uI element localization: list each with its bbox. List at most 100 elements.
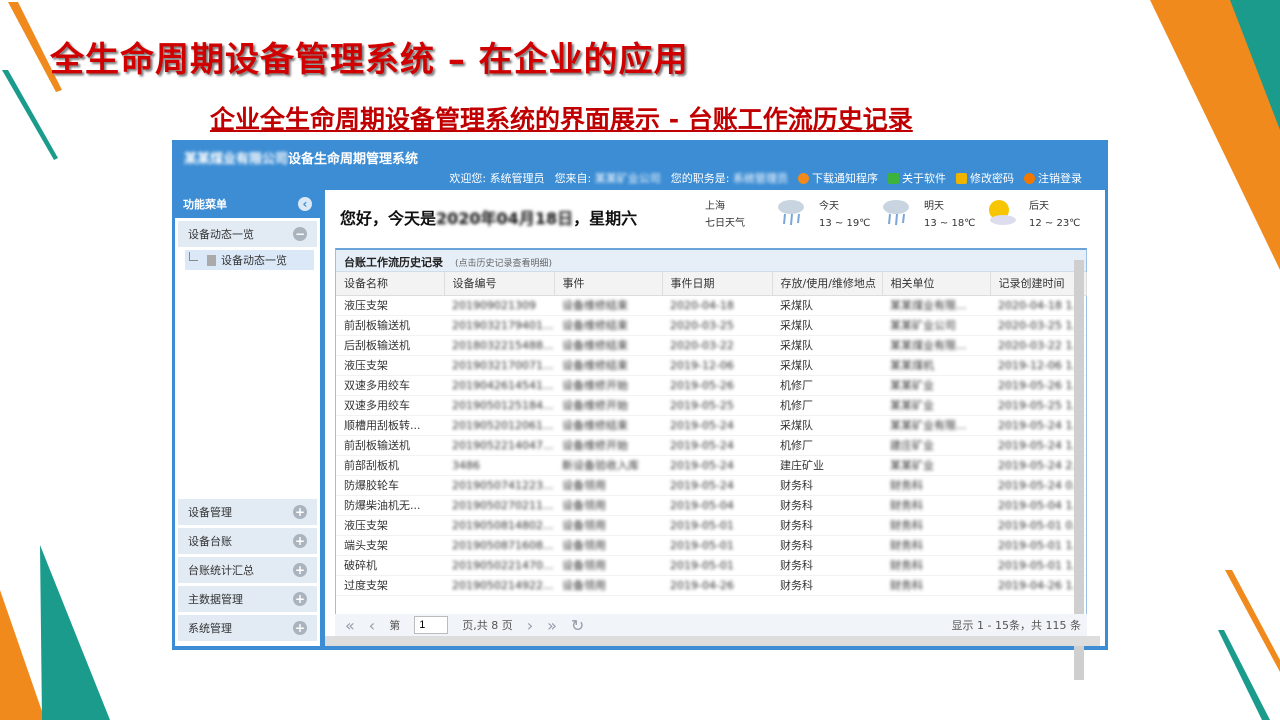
table-cell: 液压支架 [336,515,444,536]
table-cell: 财务科 [882,535,990,556]
day-temp: 12 ~ 23℃ [1029,218,1081,229]
sidebar-group[interactable]: 系统管理 + [178,615,317,641]
table-row[interactable]: 前刮板输送机 2019052214047... 设备维修开始 2019-05-24 机修… [336,435,1086,456]
link-label: 下载通知程序 [812,172,878,185]
main-content: 您好，今天是2020年04月18日，星期六 上海 七日天气 今天 13 ~ 19℃ … [325,190,1105,680]
from-label: 您来自: [554,172,592,185]
weather-day: 明天 13 ~ 18℃ [924,198,975,232]
table-cell: 2019-05-01 16... [990,555,1086,576]
table-cell: 某某矿业 [882,375,990,396]
table-row[interactable]: 双速多用绞车 2019050125184... 设备维修开始 2019-05-25 机修… [336,395,1086,416]
column-header[interactable]: 事件 [554,272,663,296]
table-cell: 双速多用绞车 [336,395,444,416]
weather-day: 今天 13 ~ 19℃ [819,198,870,232]
first-page-icon[interactable]: « [345,616,355,635]
day-name: 后天 [1029,201,1049,212]
table-row[interactable]: 破碎机 2019050221470... 设备领用 2019-05-01 财务科 财务科 2… [336,555,1086,576]
table-cell: 采煤队 [772,415,882,436]
table-cell: 2019032179401... [444,315,554,336]
table-cell: 2019-05-24 [662,455,772,476]
table-row[interactable]: 防爆柴油机无... 2019050270211... 设备领用 2019-05-04 财… [336,495,1086,516]
group-label: 主数据管理 [188,593,243,606]
sun-cloud-icon [985,198,1017,226]
greeting-prefix: 您好，今天是 [340,209,437,228]
group-label: 设备动态一览 [188,228,254,241]
logout-link[interactable]: 注销登录 [1024,170,1082,186]
table-cell: 2019-05-24 [662,415,772,436]
greeting-weekday: ，星期六 [573,209,638,228]
column-header[interactable]: 相关单位 [882,272,991,296]
table-row[interactable]: 过度支架 2019050214922... 设备领用 2019-04-26 财务科 财务科… [336,575,1086,596]
sidebar-group-dynamics[interactable]: 设备动态一览 − [178,221,317,247]
key-icon [956,172,967,184]
table-row[interactable]: 液压支架 2019050814802... 设备领用 2019-05-01 财务科 财务科… [336,515,1086,536]
about-link[interactable]: 关于软件 [888,170,946,186]
table-row[interactable]: 前刮板输送机 2019032179401... 设备维修结束 2020-03-25 采煤… [336,315,1086,336]
plus-icon: + [293,592,307,606]
table-row[interactable]: 前部刮板机 3486 新设备验收入库 2019-05-24 建庄矿业 某某矿业 2019-0… [336,455,1086,476]
header-info: 欢迎您: 系统管理员 您来自: 某某矿业公司 您的职务是: 系统管理员 下载通知… [449,170,1082,186]
table-row[interactable]: 液压支架 201909021309 设备维修结束 2020-04-18 采煤队 某某煤业有… [336,295,1086,316]
panel-header: 台账工作流历史记录 (点击历史记录查看明细) [336,250,1086,272]
table-cell: 建庄矿业 [772,455,882,476]
table-row[interactable]: 端头支架 2019050871608... 设备领用 2019-05-01 财务科 财务科… [336,535,1086,556]
table-row[interactable]: 防爆胶轮车 2019050741223... 设备领用 2019-05-24 财务科 财务… [336,475,1086,496]
info-icon [888,172,899,184]
sidebar-group[interactable]: 设备管理 + [178,499,317,525]
table-cell: 机修厂 [772,395,882,416]
page-total: 页,共 8 页 [462,619,513,632]
change-password-link[interactable]: 修改密码 [956,170,1014,186]
pager: « ‹ 第 页,共 8 页 › » ↻ 显示 1 - 15条，共 115 条 [335,614,1087,636]
table-cell: 财务科 [882,515,990,536]
table-cell: 设备领用 [554,575,662,596]
column-header[interactable]: 存放/使用/维修地点 [772,272,883,296]
refresh-icon[interactable]: ↻ [571,616,584,635]
table-cell: 某某矿业 [882,455,990,476]
column-header[interactable]: 设备编号 [444,272,555,296]
table-cell: 液压支架 [336,295,444,316]
horizontal-scrollbar[interactable] [325,636,1100,646]
column-header[interactable]: 设备名称 [336,272,445,296]
slide-title: 全生命周期设备管理系统 – 在企业的应用 [50,40,689,80]
role-label: 您的职务是: [670,172,730,185]
page-input[interactable] [414,616,449,634]
next-page-icon[interactable]: › [527,616,533,635]
user-role: 系统管理员 [733,172,788,185]
table-cell: 某某煤机 [882,355,990,376]
table-cell: 新设备验收入库 [554,455,662,476]
download-notifier-link[interactable]: 下载通知程序 [798,170,878,186]
prev-page-icon[interactable]: ‹ [369,616,375,635]
link-label: 注销登录 [1038,172,1082,185]
table-row[interactable]: 顺槽用刮板转... 2019052012061... 设备维修结束 2019-05-2… [336,415,1086,436]
column-header[interactable]: 事件日期 [662,272,773,296]
table-cell: 2020-04-18 [662,295,772,316]
table-cell: 采煤队 [772,295,882,316]
table-row[interactable]: 双速多用绞车 2019042614541... 设备维修开始 2019-05-26 机修… [336,375,1086,396]
sidebar-header: 功能菜单 ‹ [175,190,320,218]
column-header[interactable]: 记录创建时间 [990,272,1087,296]
table-cell: 2019-05-24 21... [990,455,1086,476]
document-icon [207,254,216,266]
table-cell: 防爆胶轮车 [336,475,444,496]
sidebar-group[interactable]: 设备台账 + [178,528,317,554]
table-cell: 2019050871608... [444,535,554,556]
last-page-icon[interactable]: » [547,616,557,635]
table-cell: 2019050125184... [444,395,554,416]
table-cell: 财务科 [882,575,990,596]
sidebar-item-dynamics[interactable]: 设备动态一览 [185,250,314,270]
table-cell: 财务科 [772,555,882,576]
table-cell: 财务科 [772,515,882,536]
group-label: 系统管理 [188,622,232,635]
sidebar-group[interactable]: 台账统计汇总 + [178,557,317,583]
slide-subtitle: 企业全生命周期设备管理系统的界面展示 - 台账工作流历史记录 [210,105,913,134]
sidebar-group[interactable]: 主数据管理 + [178,586,317,612]
table-cell: 前刮板输送机 [336,315,444,336]
table-row[interactable]: 液压支架 2019032170071... 设备维修结束 2019-12-06 采煤队某… [336,355,1086,376]
collapse-icon[interactable]: ‹ [298,197,312,211]
table-cell: 设备维修开始 [554,435,662,456]
from-company: 某某矿业公司 [594,172,661,185]
system-name: 设备生命周期管理系统 [288,152,419,167]
table-cell: 设备领用 [554,555,662,576]
table-cell: 某某煤业有限... [882,335,990,356]
table-row[interactable]: 后刮板输送机 2018032215488... 设备维修结束 2020-03-22 采煤… [336,335,1086,356]
